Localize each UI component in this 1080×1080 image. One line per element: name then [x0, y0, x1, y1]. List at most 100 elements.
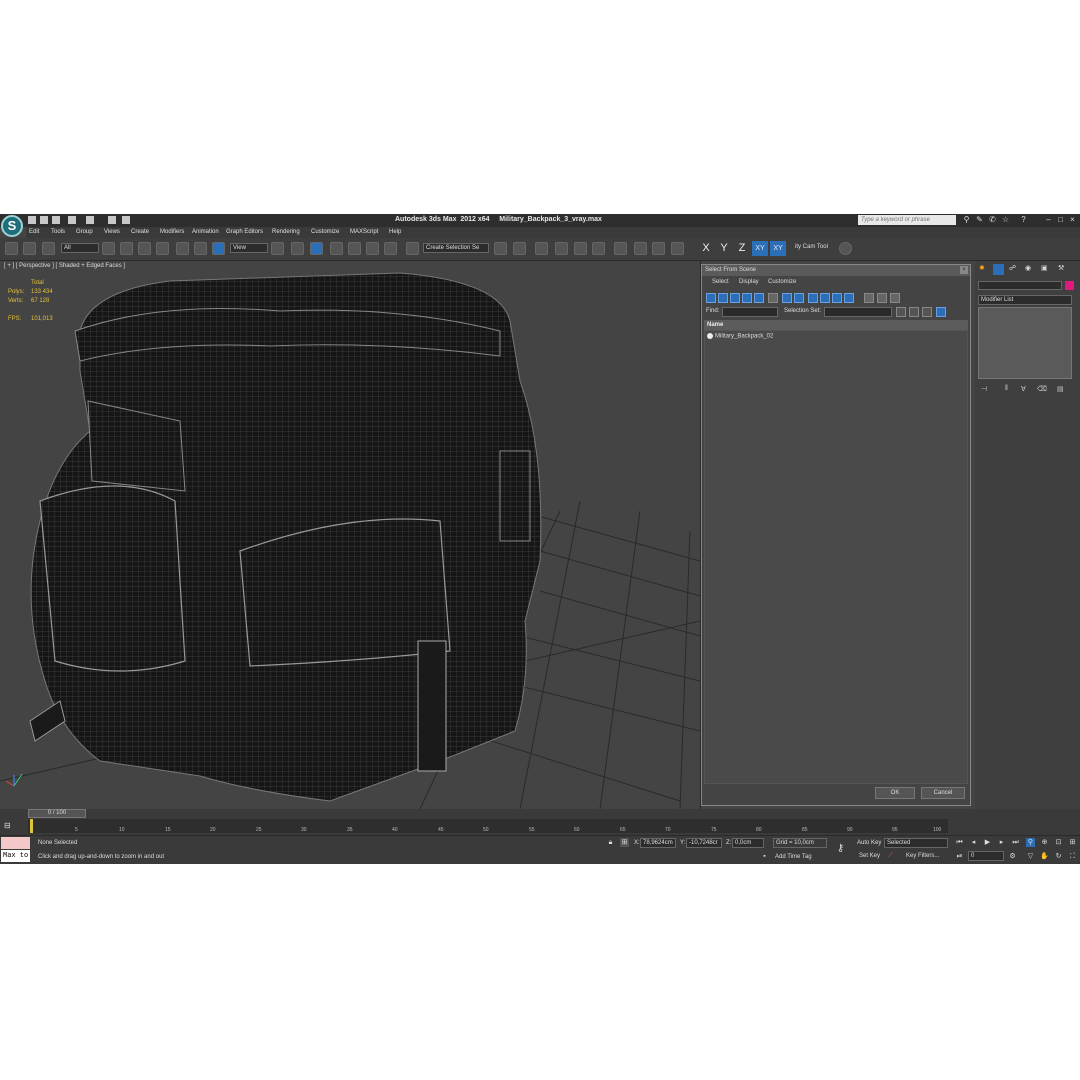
named-selection-dropdown[interactable]: Create Selection Se: [423, 243, 489, 253]
key-icon[interactable]: ⚷: [836, 844, 845, 854]
filter-geometry-icon[interactable]: [706, 293, 716, 303]
help-icon[interactable]: ?: [1019, 215, 1028, 224]
maximize-icon[interactable]: □: [1056, 215, 1065, 224]
ok-button[interactable]: OK: [875, 787, 915, 799]
play-icon[interactable]: ▶: [983, 838, 992, 847]
y-coordinate-field[interactable]: -10,7248cr: [686, 838, 722, 848]
list-item[interactable]: Military_Backpack_02: [707, 333, 773, 340]
dialog-menu-select[interactable]: Select: [712, 279, 729, 285]
reference-coordinate-dropdown[interactable]: View: [230, 243, 268, 253]
default-in-out-tangent-icon[interactable]: ⟋: [886, 851, 895, 860]
align-icon[interactable]: [513, 242, 526, 255]
menu-group[interactable]: Group: [76, 229, 93, 235]
x-coordinate-field[interactable]: 78,9624cm: [640, 838, 676, 848]
application-menu-button[interactable]: S: [1, 215, 23, 237]
search-icon[interactable]: ⚲: [962, 215, 971, 224]
maxscript-listener-top[interactable]: [1, 837, 30, 849]
rectangular-selection-icon[interactable]: [138, 242, 151, 255]
percent-snap-icon[interactable]: [366, 242, 379, 255]
filter-options-icon[interactable]: [919, 293, 929, 303]
filter-shapes-icon[interactable]: [718, 293, 728, 303]
next-frame-icon[interactable]: ▸: [997, 838, 1006, 847]
zoom-extents-icon[interactable]: ⊡: [1054, 838, 1063, 847]
filter-xrefs-icon[interactable]: [794, 293, 804, 303]
mini-curve-editor-icon[interactable]: ⊟: [4, 821, 18, 831]
schematic-view-icon[interactable]: [592, 242, 605, 255]
dialog-menu-customize[interactable]: Customize: [768, 279, 796, 285]
time-cursor[interactable]: [30, 819, 33, 833]
display-tab-icon[interactable]: ▣: [1041, 264, 1052, 275]
selection-set-dropdown[interactable]: [824, 307, 892, 317]
filter-funnel-icon[interactable]: [906, 293, 916, 303]
motion-tab-icon[interactable]: ◉: [1025, 264, 1036, 275]
curve-editor-icon[interactable]: [574, 242, 587, 255]
modify-tab-icon[interactable]: [993, 264, 1004, 275]
filter-cameras-icon[interactable]: [742, 293, 752, 303]
rendered-frame-window-icon[interactable]: [652, 242, 665, 255]
keyboard-shortcut-override-icon[interactable]: [310, 242, 323, 255]
object-name-field[interactable]: [978, 281, 1062, 290]
time-configuration-icon[interactable]: ⚙: [1008, 852, 1017, 861]
goto-start-icon[interactable]: ⏮: [955, 838, 964, 847]
dialog-menu-display[interactable]: Display: [739, 279, 759, 285]
redo-icon[interactable]: [86, 216, 94, 224]
field-of-view-icon[interactable]: ▽: [1026, 852, 1035, 861]
menu-tools[interactable]: Tools: [51, 229, 65, 235]
favorites-icon[interactable]: ☆: [1001, 215, 1010, 224]
snaps-toggle-icon[interactable]: [330, 242, 343, 255]
configure-modifier-sets-icon[interactable]: ▤: [1057, 385, 1068, 396]
menu-edit[interactable]: Edit: [29, 229, 39, 235]
remove-modifier-icon[interactable]: ⌫: [1037, 385, 1048, 396]
link-icon[interactable]: [5, 242, 18, 255]
filter-spacewarps-icon[interactable]: [768, 293, 778, 303]
menu-customize[interactable]: Customize: [311, 229, 339, 235]
orbit-icon[interactable]: ↻: [1054, 852, 1063, 861]
time-slider[interactable]: 0 / 100: [28, 809, 86, 818]
layer-manager-icon[interactable]: [535, 242, 548, 255]
maximize-viewport-icon[interactable]: ⛶: [1068, 852, 1077, 861]
unlink-icon[interactable]: [23, 242, 36, 255]
current-frame-field[interactable]: 0: [968, 851, 1004, 861]
menu-maxscript[interactable]: MAXScript: [350, 229, 378, 235]
zoom-extents-all-icon[interactable]: ⊞: [1068, 838, 1077, 847]
menu-views[interactable]: Views: [104, 229, 120, 235]
select-by-name-icon[interactable]: [120, 242, 133, 255]
pin-stack-icon[interactable]: ⊣: [981, 385, 992, 396]
mirror-icon[interactable]: [494, 242, 507, 255]
select-and-manipulate-icon[interactable]: [291, 242, 304, 255]
material-editor-icon[interactable]: [614, 242, 627, 255]
selection-filter-dropdown[interactable]: All: [61, 243, 99, 253]
rotate-icon[interactable]: [194, 242, 207, 255]
select-object-icon[interactable]: [102, 242, 115, 255]
menu-help[interactable]: Help: [389, 229, 401, 235]
constrain-z-button[interactable]: Z: [734, 241, 750, 256]
communication-icon[interactable]: ✆: [988, 215, 997, 224]
hold-icon[interactable]: [108, 216, 116, 224]
auto-key-button[interactable]: Auto Key: [857, 840, 881, 846]
add-time-tag-button[interactable]: Add Time Tag: [775, 854, 812, 860]
select-none-icon[interactable]: [877, 293, 887, 303]
select-all-icon[interactable]: [864, 293, 874, 303]
zoom-icon[interactable]: ⚲: [1026, 838, 1035, 847]
key-mode-toggle-icon[interactable]: ⏯: [955, 852, 964, 861]
graphite-ribbon-icon[interactable]: [555, 242, 568, 255]
cancel-button[interactable]: Cancel: [921, 787, 965, 799]
modifier-list-dropdown[interactable]: Modifier List: [978, 295, 1072, 305]
menu-animation[interactable]: Animation: [192, 229, 219, 235]
create-tab-icon[interactable]: ✸: [979, 264, 990, 275]
perspective-viewport[interactable]: [ + ] [ Perspective ] [ Shaded + Edged F…: [0, 261, 701, 809]
window-crossing-icon[interactable]: [156, 242, 169, 255]
filter-frozen-icon[interactable]: [832, 293, 842, 303]
menu-create[interactable]: Create: [131, 229, 149, 235]
previous-frame-icon[interactable]: ◂: [969, 838, 978, 847]
set-key-button[interactable]: Set Key: [859, 853, 880, 859]
constrain-xy-button[interactable]: XY: [752, 241, 768, 256]
display-influences-icon[interactable]: [922, 307, 932, 317]
angle-snap-icon[interactable]: [348, 242, 361, 255]
dialog-close-icon[interactable]: ×: [960, 266, 968, 274]
search-input[interactable]: Type a keyword or phrase: [858, 215, 956, 225]
cam-tool-icon[interactable]: [839, 242, 852, 255]
edit-named-selection-icon[interactable]: [406, 242, 419, 255]
goto-end-icon[interactable]: ⏭: [1011, 838, 1020, 847]
constrain-x-button[interactable]: X: [698, 241, 714, 256]
